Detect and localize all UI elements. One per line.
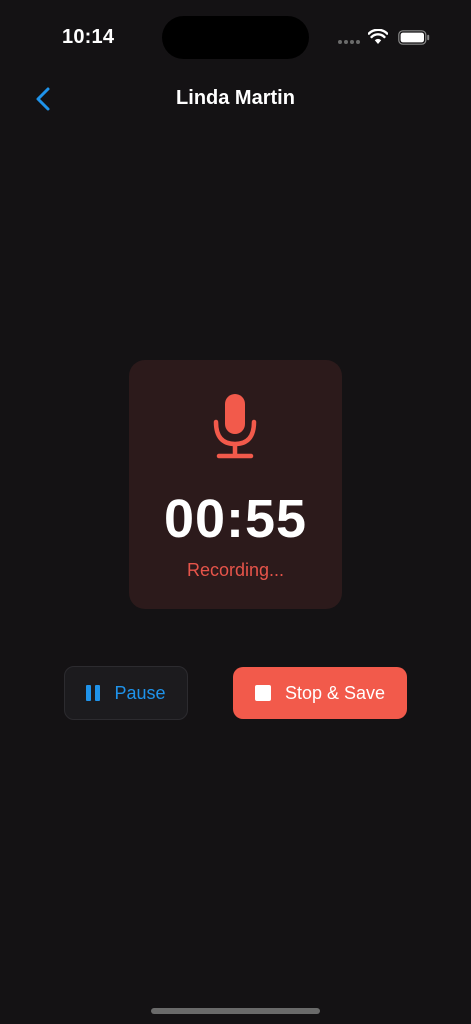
status-bar: 10:14: [0, 0, 471, 70]
pause-icon: [86, 685, 101, 701]
navigation-bar: Linda Martin: [0, 78, 471, 120]
cellular-signal-icon: [338, 40, 360, 46]
home-indicator[interactable]: [151, 1008, 320, 1014]
status-time: 10:14: [62, 26, 115, 48]
recording-status: Recording...: [186, 560, 285, 580]
wifi-icon: [368, 29, 388, 44]
stop-button-label: Stop & Save: [284, 682, 386, 703]
microphone-icon: [213, 394, 257, 459]
battery-icon: [398, 30, 430, 45]
stop-and-save-button[interactable]: Stop & Save: [233, 667, 407, 719]
page-title: Linda Martin: [176, 87, 295, 109]
recording-timer: 00:55: [163, 489, 308, 549]
recording-card: 00:55 Recording...: [129, 360, 342, 609]
pause-button[interactable]: Pause: [64, 666, 188, 720]
pause-button-label: Pause: [114, 682, 166, 703]
recording-screen: 10:14 Linda Martin 00:55 Recording... Pa…: [0, 0, 471, 1024]
stop-icon: [254, 685, 271, 701]
dynamic-island: [162, 16, 309, 59]
